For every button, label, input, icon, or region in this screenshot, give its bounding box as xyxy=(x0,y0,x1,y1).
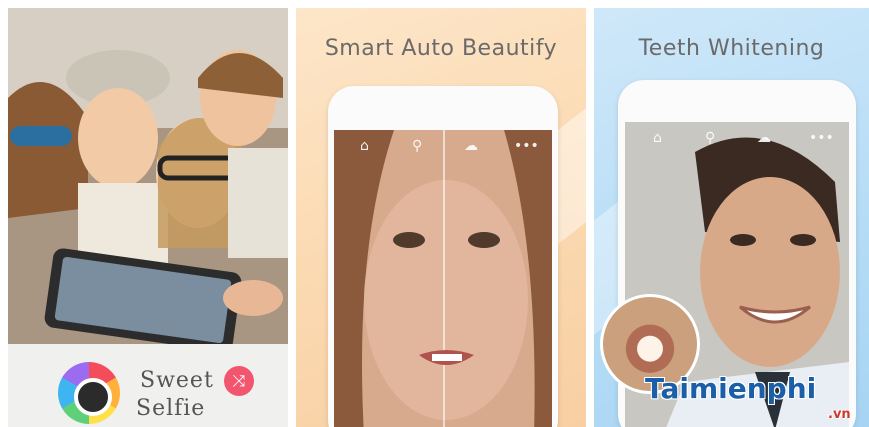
cloud-icon[interactable]: ☁ xyxy=(464,138,478,154)
site-watermark-domain: .vn xyxy=(828,407,851,422)
home-icon[interactable]: ⌂ xyxy=(653,130,662,146)
more-icon[interactable]: ••• xyxy=(514,138,539,154)
brand-name-line-2: Selfie xyxy=(136,396,206,421)
magic-wand-icon[interactable]: ⚲ xyxy=(705,130,715,146)
site-watermark: Taimienphi xyxy=(645,372,817,405)
promo-panel-auto-beautify: Smart Auto Beautify ⌂ ⚲ ☁ ••• xyxy=(296,8,586,427)
more-icon[interactable]: ••• xyxy=(809,130,834,146)
promo-panel-teeth-whitening: Teeth Whitening ⌂ ⚲ ☁ ••• xyxy=(594,8,869,427)
feature-caption: Teeth Whitening xyxy=(638,36,825,61)
feature-caption: Smart Auto Beautify xyxy=(324,36,558,61)
promo-panel-sweet-selfie xyxy=(8,8,288,427)
before-after-face-photo: ⌂ ⚲ ☁ ••• xyxy=(334,130,552,427)
brand-name-line-1: Sweet xyxy=(140,368,214,393)
home-icon[interactable]: ⌂ xyxy=(360,138,369,154)
magic-wand-icon[interactable]: ⚲ xyxy=(412,138,422,154)
sweet-selfie-logo-icon xyxy=(58,362,120,424)
group-selfie-photo xyxy=(8,8,288,344)
phone-mockup: ⌂ ⚲ ☁ ••• xyxy=(328,86,558,427)
shuffle-effect-button[interactable]: ⤨ xyxy=(224,366,254,396)
cloud-icon[interactable]: ☁ xyxy=(757,130,771,146)
